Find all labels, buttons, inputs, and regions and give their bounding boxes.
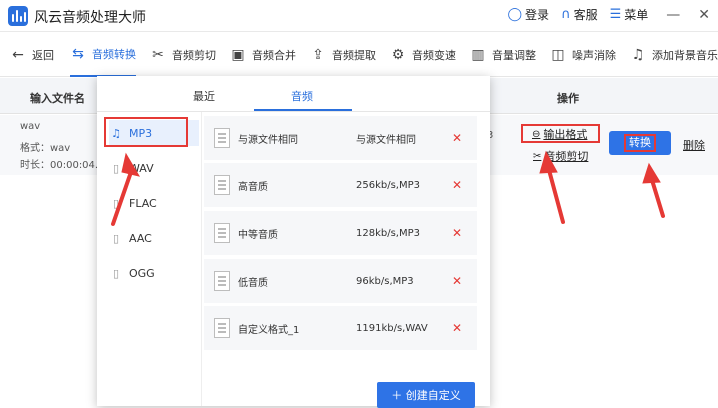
annotation-arrowhead-output	[539, 150, 558, 174]
annotation-arrowhead-convert	[642, 162, 661, 184]
annotation-arrows	[111, 150, 665, 226]
annotation-arrowhead-mp3	[121, 152, 141, 177]
annotation-arrow-convert	[650, 178, 665, 218]
annotation-arrow-output	[547, 168, 565, 224]
annotation-arrow-mp3	[111, 170, 133, 226]
